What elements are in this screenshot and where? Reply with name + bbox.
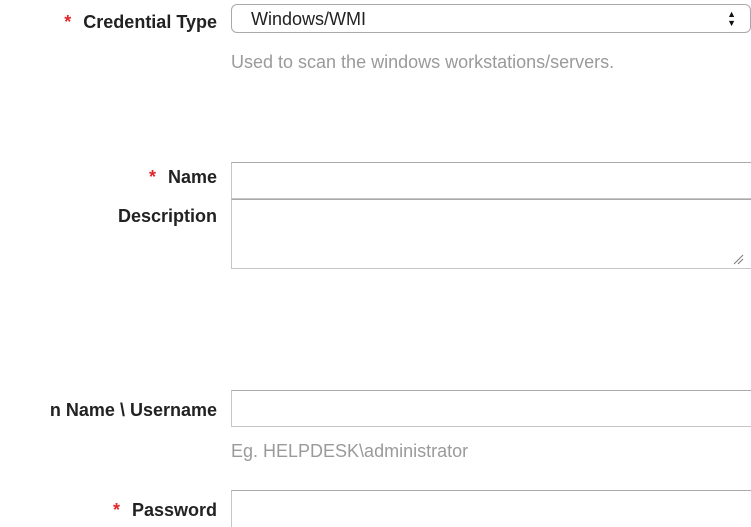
username-input[interactable] — [231, 390, 751, 427]
name-label: * Name — [149, 166, 217, 188]
description-label: Description — [117, 206, 217, 226]
credential-type-label: * Credential Type — [64, 11, 217, 33]
required-marker: * — [148, 167, 156, 187]
required-marker: * — [112, 500, 120, 520]
required-marker: * — [64, 12, 72, 32]
password-label-text: Password — [131, 500, 217, 520]
name-label-text: Name — [167, 167, 217, 187]
description-textarea[interactable] — [231, 199, 751, 269]
password-label: * Password — [113, 499, 217, 521]
credential-type-value: Windows/WMI — [251, 9, 367, 29]
credential-form: * Credential Type Windows/WMI ▲ ▼ Used to … — [0, 0, 751, 527]
username-label: n Name \ Username — [49, 400, 217, 420]
name-input[interactable] — [231, 162, 751, 199]
username-help: Eg. HELPDESK\administrator — [231, 441, 469, 461]
credential-type-help: Used to scan the windows workstations/se… — [231, 52, 615, 72]
credential-type-label-text: Credential Type — [83, 12, 217, 32]
resize-handle-icon[interactable] — [732, 253, 744, 265]
updown-chevron-icon: ▲ ▼ — [727, 9, 736, 28]
credential-type-select[interactable]: Windows/WMI ▲ ▼ — [231, 4, 751, 33]
password-input[interactable] — [231, 490, 751, 527]
